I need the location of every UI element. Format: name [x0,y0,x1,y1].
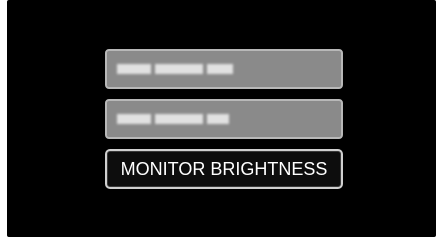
obscured-label [117,64,233,74]
obscured-label [117,114,229,124]
menu-item-obscured-1[interactable] [105,49,343,89]
settings-menu: MONITOR BRIGHTNESS [105,49,343,199]
menu-item-monitor-brightness[interactable]: MONITOR BRIGHTNESS [105,149,343,189]
monitor-screen: MONITOR BRIGHTNESS [7,0,436,237]
menu-item-label: MONITOR BRIGHTNESS [120,158,328,179]
menu-item-obscured-2[interactable] [105,99,343,139]
